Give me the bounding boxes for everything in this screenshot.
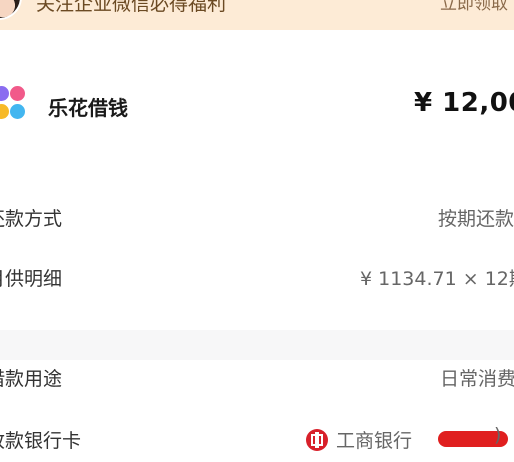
lender-row: 乐花借钱 ¥ 12,000 <box>0 78 514 142</box>
bank-card-row[interactable]: 收款银行卡 工商银行 ) <box>0 420 514 460</box>
repay-method-row[interactable]: 还款方式 按期还款 <box>0 198 514 238</box>
loan-purpose-value: 日常消费 <box>440 368 514 390</box>
logo-dot-blue <box>10 104 25 119</box>
bank-name: 工商银行 <box>336 430 413 452</box>
icbc-bank-icon <box>306 429 328 451</box>
section-divider <box>0 330 514 360</box>
monthly-plan-value: ¥ 1134.71 × 12期 <box>360 268 514 290</box>
repay-method-label: 还款方式 <box>0 208 63 230</box>
logo-dot-yellow <box>0 104 9 119</box>
monthly-plan-row[interactable]: 月供明细 ¥ 1134.71 × 12期 <box>0 258 514 298</box>
repay-method-value: 按期还款 <box>438 208 514 230</box>
lender-logo-icon <box>0 86 30 126</box>
loan-detail-card: 乐花借钱 ¥ 12,000 还款方式 按期还款 月供明细 ¥ 1134.71 ×… <box>0 30 514 462</box>
loan-purpose-row[interactable]: 借款用途 日常消费 <box>0 358 514 398</box>
loan-amount: ¥ 12,000 <box>414 88 514 118</box>
lender-name: 乐花借钱 <box>48 96 128 120</box>
card-suffix-paren: ) <box>494 424 502 446</box>
bank-card-label: 收款银行卡 <box>0 430 82 452</box>
banner-text: 关注企业微信必得福利 <box>36 0 227 15</box>
promo-banner[interactable]: 关注企业微信必得福利 立即领取 <box>0 0 514 30</box>
logo-dot-pink <box>10 86 25 101</box>
logo-dot-purple <box>0 86 9 101</box>
banner-action-link[interactable]: 立即领取 <box>440 0 508 18</box>
monthly-plan-label: 月供明细 <box>0 268 63 290</box>
loan-purpose-label: 借款用途 <box>0 368 63 390</box>
loan-confirm-screen: 关注企业微信必得福利 立即领取 乐花借钱 ¥ 12,000 还款方式 按期还款 … <box>0 0 514 462</box>
avatar <box>0 0 22 20</box>
